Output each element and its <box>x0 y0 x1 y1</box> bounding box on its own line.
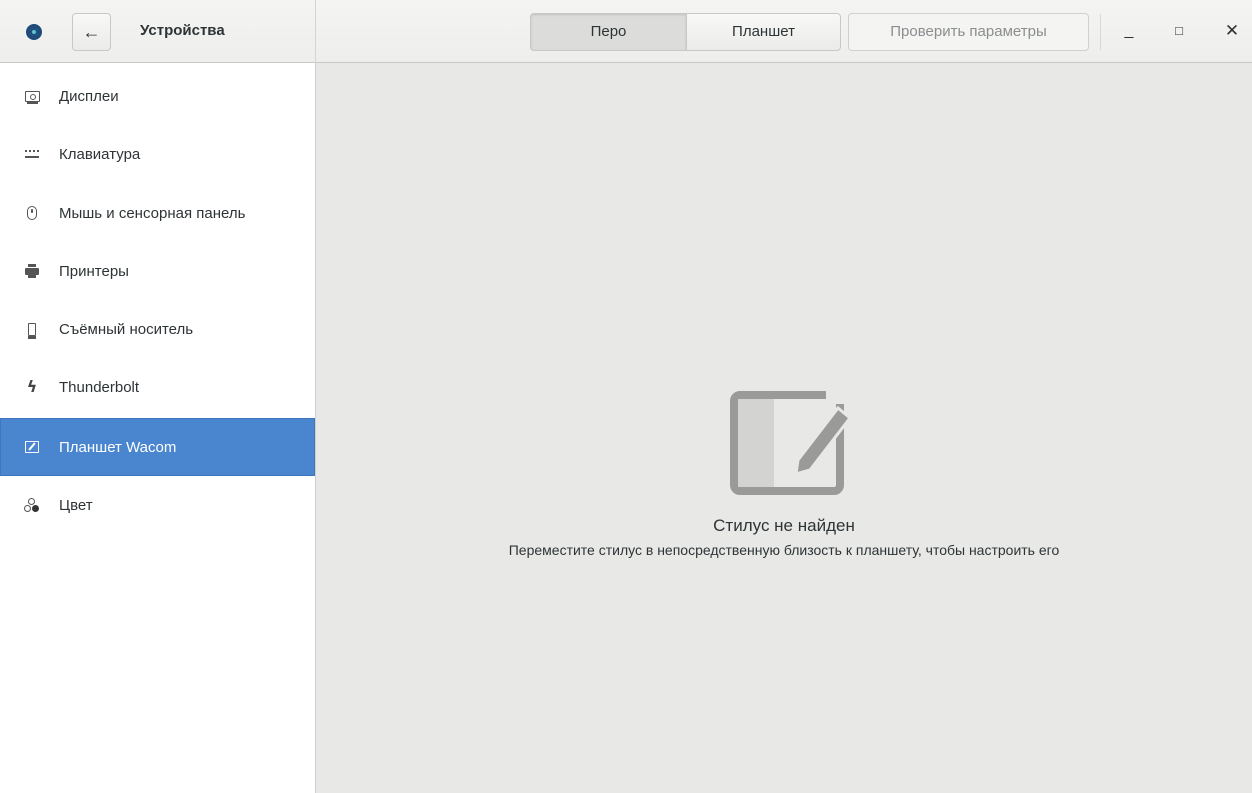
sidebar-item-keyboard[interactable]: Клавиатура <box>0 125 315 183</box>
sidebar-item-removable-media[interactable]: Съёмный носитель <box>0 300 315 358</box>
keyboard-icon <box>24 146 40 162</box>
thunderbolt-icon: ϟ <box>26 377 38 396</box>
color-icon <box>24 497 40 513</box>
header-separator <box>1100 14 1101 50</box>
sidebar-item-label: Thunderbolt <box>59 378 140 396</box>
header-left-pane: ← Устройства <box>0 0 316 63</box>
sidebar-item-wacom-tablet[interactable]: Планшет Wacom <box>0 418 315 476</box>
printer-icon <box>24 263 40 279</box>
tablet-placeholder-icon <box>730 390 852 495</box>
sidebar-item-label: Планшет Wacom <box>59 438 177 456</box>
app-icon[interactable] <box>26 24 42 40</box>
page-title: Устройства <box>140 22 225 39</box>
main-content: Стилус не найден Переместите стилус в не… <box>316 63 1252 793</box>
sidebar-item-label: Съёмный носитель <box>59 320 194 338</box>
maximize-button[interactable]: □ <box>1166 18 1192 44</box>
tab-tablet[interactable]: Планшет <box>687 13 841 51</box>
sidebar-item-label: Мышь и сенсорная панель <box>59 204 246 222</box>
sidebar-item-displays[interactable]: Дисплеи <box>0 67 315 125</box>
empty-state-subtitle: Переместите стилус в непосредственную бл… <box>508 542 1060 558</box>
back-arrow-icon: ← <box>82 22 101 42</box>
sidebar-item-label: Клавиатура <box>59 145 141 163</box>
sidebar-item-color[interactable]: Цвет <box>0 476 315 534</box>
header-bar: ← Устройства Перо Планшет Проверить пара… <box>0 0 1252 63</box>
settings-window: ← Устройства Перо Планшет Проверить пара… <box>0 0 1252 793</box>
removable-media-icon <box>24 321 40 339</box>
sidebar-item-printers[interactable]: Принтеры <box>0 242 315 300</box>
mouse-icon <box>24 205 40 221</box>
minimize-button[interactable]: _ <box>1116 18 1142 44</box>
sidebar: Дисплеи Клавиатура Мышь и сенсорная пане… <box>0 63 316 793</box>
tab-pen[interactable]: Перо <box>530 13 687 51</box>
close-button[interactable]: ✕ <box>1219 18 1245 44</box>
sidebar-item-label: Принтеры <box>59 262 129 280</box>
display-icon <box>24 88 40 104</box>
sidebar-item-label: Дисплеи <box>59 87 119 105</box>
back-button[interactable]: ← <box>72 13 111 51</box>
sidebar-item-thunderbolt[interactable]: ϟ Thunderbolt <box>0 358 315 416</box>
empty-state-title: Стилус не найден <box>713 516 855 535</box>
tablet-icon <box>24 439 40 455</box>
sidebar-item-label: Цвет <box>59 496 93 514</box>
view-switcher: Перо Планшет <box>530 13 841 51</box>
sidebar-item-mouse[interactable]: Мышь и сенсорная панель <box>0 184 315 242</box>
test-settings-button[interactable]: Проверить параметры <box>848 13 1089 51</box>
